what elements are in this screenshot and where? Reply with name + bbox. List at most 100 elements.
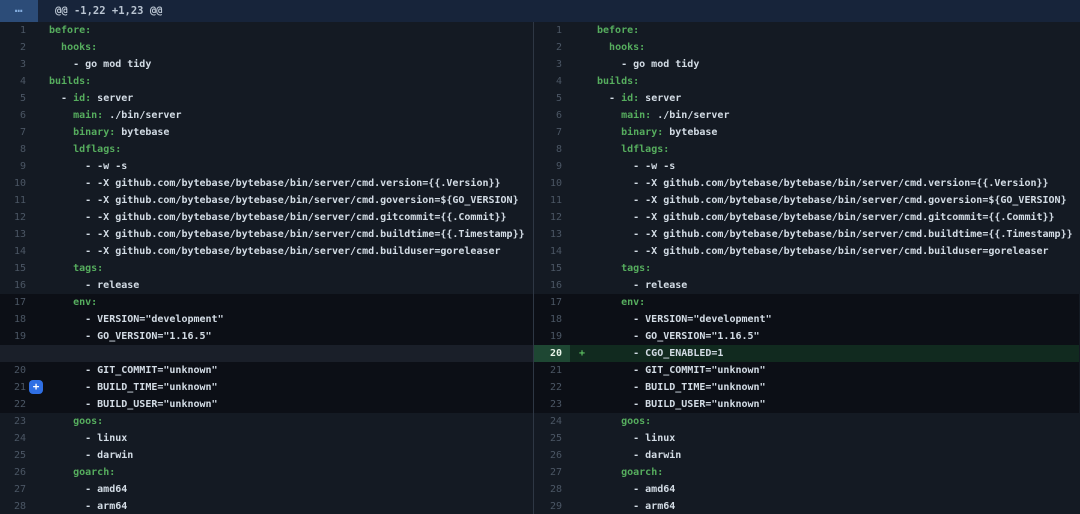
line-number[interactable]: 15 <box>534 260 570 277</box>
code-line: binary: bytebase <box>597 124 1079 141</box>
line-number[interactable]: 15 <box>0 260 36 277</box>
line-number[interactable]: 20 <box>534 345 570 362</box>
line-marker <box>36 345 49 362</box>
line-number[interactable]: 25 <box>0 447 36 464</box>
line-number[interactable]: 14 <box>534 243 570 260</box>
line-number[interactable]: 17 <box>0 294 36 311</box>
line-number[interactable]: 9 <box>0 158 36 175</box>
code-line: - -X github.com/bytebase/bytebase/bin/se… <box>597 243 1079 260</box>
diff-row: 12 - -X github.com/bytebase/bytebase/bin… <box>0 209 533 226</box>
diff-row: 11 - -X github.com/bytebase/bytebase/bin… <box>0 192 533 209</box>
line-number[interactable]: 16 <box>534 277 570 294</box>
add-comment-button[interactable]: + <box>29 380 43 394</box>
line-number[interactable]: 12 <box>534 209 570 226</box>
code-line: before: <box>597 22 1079 39</box>
line-marker <box>570 260 597 277</box>
line-number[interactable]: 24 <box>0 430 36 447</box>
line-number[interactable]: 12 <box>0 209 36 226</box>
code-line: ldflags: <box>49 141 533 158</box>
expand-diff-button[interactable]: ⋯ <box>0 0 38 22</box>
line-number[interactable]: 28 <box>0 498 36 514</box>
line-number[interactable]: 1 <box>0 22 36 39</box>
diff-row: 8 ldflags: <box>0 141 533 158</box>
diff-row: 12 - -X github.com/bytebase/bytebase/bin… <box>534 209 1079 226</box>
diff-row: 10 - -X github.com/bytebase/bytebase/bin… <box>0 175 533 192</box>
line-number[interactable]: 10 <box>0 175 36 192</box>
line-marker <box>570 22 597 39</box>
code-line: - GO_VERSION="1.16.5" <box>597 328 1079 345</box>
line-marker <box>570 175 597 192</box>
diff-row: 27 - amd64 <box>0 481 533 498</box>
line-number[interactable]: 23 <box>534 396 570 413</box>
line-number[interactable]: 22 <box>534 379 570 396</box>
line-number[interactable]: 19 <box>0 328 36 345</box>
split-diff-view: 1before:2 hooks:3 - go mod tidy4builds:5… <box>0 22 1080 514</box>
line-number[interactable]: 6 <box>0 107 36 124</box>
line-number[interactable]: 11 <box>0 192 36 209</box>
line-marker <box>36 413 49 430</box>
code-line: main: ./bin/server <box>597 107 1079 124</box>
line-marker <box>36 294 49 311</box>
code-line: - -X github.com/bytebase/bytebase/bin/se… <box>49 226 533 243</box>
line-number[interactable] <box>0 345 36 362</box>
code-line: - -X github.com/bytebase/bytebase/bin/se… <box>597 209 1079 226</box>
line-number[interactable]: 4 <box>0 73 36 90</box>
line-marker <box>570 464 597 481</box>
line-number[interactable]: 6 <box>534 107 570 124</box>
line-number[interactable]: 9 <box>534 158 570 175</box>
line-number[interactable]: 22 <box>0 396 36 413</box>
line-number[interactable]: 3 <box>0 56 36 73</box>
line-marker <box>570 56 597 73</box>
line-number[interactable]: 29 <box>534 498 570 514</box>
line-number[interactable]: 26 <box>0 464 36 481</box>
line-number[interactable]: 2 <box>0 39 36 56</box>
line-number[interactable]: 5 <box>0 90 36 107</box>
line-number[interactable]: 27 <box>534 464 570 481</box>
line-number[interactable]: 26 <box>534 447 570 464</box>
line-marker <box>570 430 597 447</box>
line-number[interactable]: 8 <box>0 141 36 158</box>
line-number[interactable]: 2 <box>534 39 570 56</box>
line-marker <box>570 226 597 243</box>
line-number[interactable]: 7 <box>534 124 570 141</box>
diff-row: 10 - -X github.com/bytebase/bytebase/bin… <box>534 175 1079 192</box>
line-number[interactable]: 7 <box>0 124 36 141</box>
line-number[interactable]: 17 <box>534 294 570 311</box>
line-number[interactable]: 13 <box>534 226 570 243</box>
line-number[interactable]: 18 <box>534 311 570 328</box>
line-number[interactable]: 11 <box>534 192 570 209</box>
line-number[interactable]: 8 <box>534 141 570 158</box>
line-number[interactable]: 27 <box>0 481 36 498</box>
line-marker <box>570 90 597 107</box>
line-number[interactable]: 18 <box>0 311 36 328</box>
code-line: - -X github.com/bytebase/bytebase/bin/se… <box>597 226 1079 243</box>
code-line: - GIT_COMMIT="unknown" <box>49 362 533 379</box>
code-line: builds: <box>597 73 1079 90</box>
line-marker <box>36 175 49 192</box>
line-marker <box>570 158 597 175</box>
diff-row: 19 - GO_VERSION="1.16.5" <box>0 328 533 345</box>
line-marker <box>36 260 49 277</box>
code-line: env: <box>597 294 1079 311</box>
line-number[interactable]: 25 <box>534 430 570 447</box>
line-marker <box>36 447 49 464</box>
line-number[interactable]: 19 <box>534 328 570 345</box>
line-number[interactable]: 14 <box>0 243 36 260</box>
code-line: tags: <box>49 260 533 277</box>
code-line: - arm64 <box>49 498 533 514</box>
line-number[interactable]: 24 <box>534 413 570 430</box>
line-number[interactable]: 23 <box>0 413 36 430</box>
line-number[interactable]: 28 <box>534 481 570 498</box>
line-number[interactable]: 13 <box>0 226 36 243</box>
diff-row: 23 - BUILD_USER="unknown" <box>534 396 1079 413</box>
line-number[interactable]: 20 <box>0 362 36 379</box>
diff-row: 9 - -w -s <box>534 158 1079 175</box>
line-number[interactable]: 1 <box>534 22 570 39</box>
line-number[interactable]: 5 <box>534 90 570 107</box>
diff-row: 22 - BUILD_USER="unknown" <box>0 396 533 413</box>
line-number[interactable]: 4 <box>534 73 570 90</box>
line-number[interactable]: 10 <box>534 175 570 192</box>
line-number[interactable]: 21 <box>534 362 570 379</box>
line-number[interactable]: 3 <box>534 56 570 73</box>
line-number[interactable]: 16 <box>0 277 36 294</box>
